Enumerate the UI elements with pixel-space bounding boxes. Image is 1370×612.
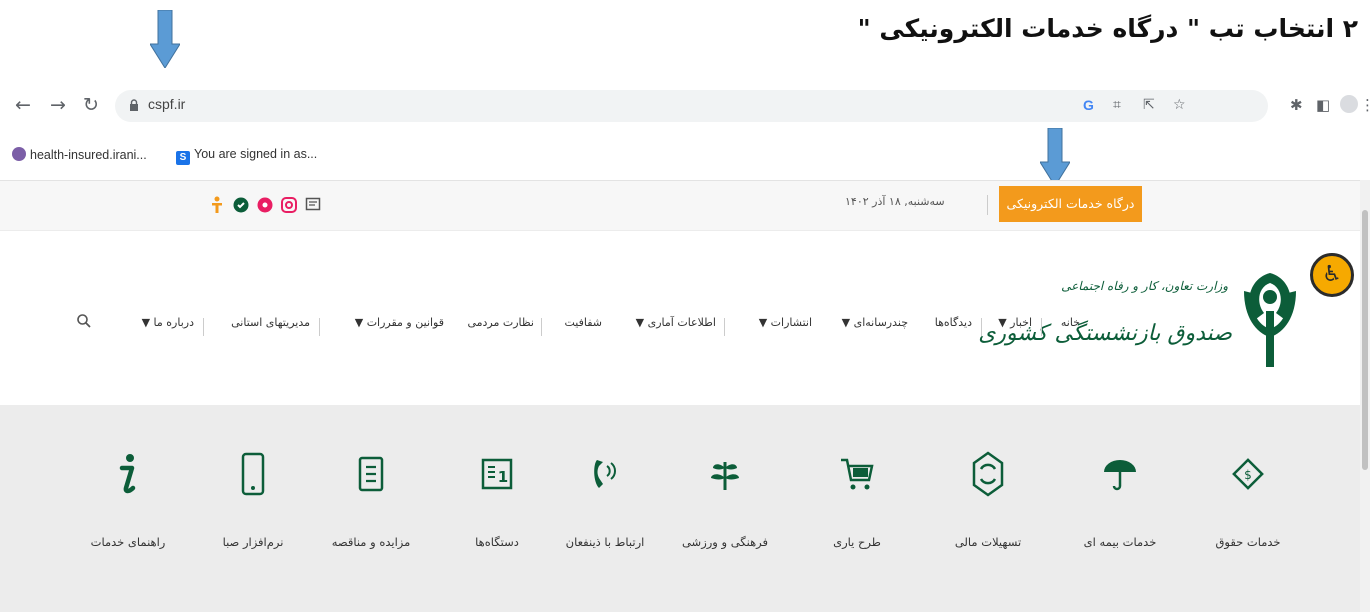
extensions-icon[interactable]: ✱ <box>1290 96 1303 114</box>
id-card-icon: 1 <box>472 449 522 499</box>
nav-divider <box>319 318 320 336</box>
service-finance[interactable]: تسهیلات مالی <box>928 405 1048 612</box>
service-guide[interactable]: راهنمای خدمات <box>68 405 188 612</box>
svg-text:1: 1 <box>498 468 508 486</box>
bookmark-health-insured[interactable]: health-insured.irani... <box>12 147 147 162</box>
url-text[interactable]: cspf.ir <box>148 96 185 112</box>
back-arrow-icon[interactable]: ← <box>12 94 34 116</box>
wheelchair-accessibility-icon[interactable]: ♿ <box>1310 253 1354 297</box>
side-panel-icon[interactable]: ◧ <box>1316 96 1330 114</box>
finance-icon <box>963 449 1013 499</box>
service-yari-plan[interactable]: طرح یاری <box>797 405 917 612</box>
nav-item-laws[interactable]: قوانین و مقررات ▼ <box>355 316 444 329</box>
cart-icon <box>832 449 882 499</box>
plant-icon <box>700 449 750 499</box>
nav-divider <box>203 318 204 336</box>
scrollbar-thumb[interactable] <box>1362 210 1368 470</box>
page-scrollbar[interactable] <box>1360 180 1370 612</box>
pay-slip-icon: $ <box>1223 449 1273 499</box>
bookmarks-bar: health-insured.irani... S You are signed … <box>0 142 1370 172</box>
service-culture-sports[interactable]: فرهنگی و ورزشی <box>665 405 785 612</box>
annotation-arrow-url <box>150 10 180 68</box>
e-services-portal-tab[interactable]: درگاه خدمات الکترونیکی <box>999 186 1142 222</box>
phone-icon <box>580 449 630 499</box>
accessibility-person-icon[interactable] <box>208 196 226 214</box>
svg-text:$: $ <box>1244 468 1252 482</box>
instagram-icon[interactable] <box>280 196 298 214</box>
umbrella-icon <box>1095 449 1145 499</box>
translate-icon[interactable]: ⌗ <box>1113 97 1121 113</box>
nav-item-home[interactable]: خانه <box>1061 316 1080 329</box>
instruction-heading: ۲ انتخاب تب " درگاه خدمات الکترونیکی " <box>857 14 1358 43</box>
bookmark-signed-in[interactable]: S You are signed in as... <box>176 147 317 165</box>
service-salary[interactable]: $ خدمات حقوق <box>1188 405 1308 612</box>
profile-avatar-icon[interactable] <box>1340 95 1358 113</box>
site-top-bar: سه‌شنبه, ۱۸ آذر ۱۴۰۲ درگاه خدمات الکترون… <box>0 181 1360 231</box>
nav-item-transparency[interactable]: شفافیت <box>564 316 602 329</box>
website-viewport: سه‌شنبه, ۱۸ آذر ۱۴۰۲ درگاه خدمات الکترون… <box>0 180 1360 612</box>
nav-item-views[interactable]: دیدگاه‌ها <box>935 316 972 329</box>
logo-ministry-text: وزارت تعاون، کار و رفاه اجتماعی <box>1061 279 1228 293</box>
logo-emblem-icon <box>1244 273 1296 367</box>
share-icon[interactable]: ⇱ <box>1143 97 1155 113</box>
service-tenders[interactable]: مزایده و مناقصه <box>311 405 431 612</box>
current-date: سه‌شنبه, ۱۸ آذر ۱۴۰۲ <box>845 195 945 208</box>
forward-arrow-icon[interactable]: → <box>47 94 69 116</box>
lock-icon <box>130 99 138 111</box>
screenshot-root: ۲ انتخاب تب " درگاه خدمات الکترونیکی " ←… <box>0 0 1370 612</box>
topbar-divider <box>987 195 988 215</box>
bookmark-s-icon: S <box>176 151 190 165</box>
reload-icon[interactable]: ↻ <box>80 94 102 116</box>
site-logo[interactable]: وزارت تعاون، کار و رفاه اجتماعی صندوق با… <box>978 249 1310 379</box>
service-insurance[interactable]: خدمات بیمه ای <box>1060 405 1180 612</box>
info-icon <box>103 449 153 499</box>
nav-item-multimedia[interactable]: چندرسانه‌ای ▼ <box>842 316 908 329</box>
nav-item-provincial[interactable]: مدیریتهای استانی <box>231 316 310 329</box>
service-agencies[interactable]: 1 دستگاه‌ها <box>437 405 557 612</box>
browser-toolbar: ← → ↻ cspf.ir G ⌗ ⇱ ☆ ✱ ◧ ⋮ <box>0 84 1370 128</box>
nav-divider <box>541 318 542 336</box>
nav-item-news[interactable]: اخبار ▼ <box>998 316 1032 329</box>
mobile-icon <box>228 449 278 499</box>
nav-item-about[interactable]: درباره ما ▼ <box>142 316 194 329</box>
star-icon[interactable]: ☆ <box>1173 97 1186 113</box>
nav-divider <box>1041 318 1042 336</box>
shield-icon[interactable] <box>232 196 250 214</box>
service-saba-software[interactable]: نرم‌افزار صبا <box>193 405 313 612</box>
aparat-icon[interactable] <box>256 196 274 214</box>
chat-icon[interactable] <box>304 196 322 214</box>
nav-divider <box>981 318 982 336</box>
nav-item-public-oversight[interactable]: نظارت مردمی <box>467 316 534 329</box>
services-band: $ خدمات حقوق خدمات بیمه ای تسهیلات مالی <box>0 405 1360 612</box>
service-stakeholders[interactable]: ارتباط با ذینفعان <box>545 405 665 612</box>
nav-divider <box>724 318 725 336</box>
address-bar[interactable]: cspf.ir G ⌗ ⇱ ☆ <box>115 90 1268 122</box>
bookmark-favicon-icon <box>12 147 26 161</box>
google-icon[interactable]: G <box>1083 97 1094 113</box>
nav-item-publications[interactable]: انتشارات ▼ <box>759 316 812 329</box>
document-icon <box>346 449 396 499</box>
search-icon[interactable] <box>76 313 92 329</box>
menu-dots-icon[interactable]: ⋮ <box>1360 96 1370 114</box>
nav-item-statistics[interactable]: اطلاعات آماری ▼ <box>636 316 716 329</box>
main-navigation: خانه اخبار ▼ دیدگاه‌ها چندرسانه‌ای ▼ انت… <box>90 316 1080 340</box>
